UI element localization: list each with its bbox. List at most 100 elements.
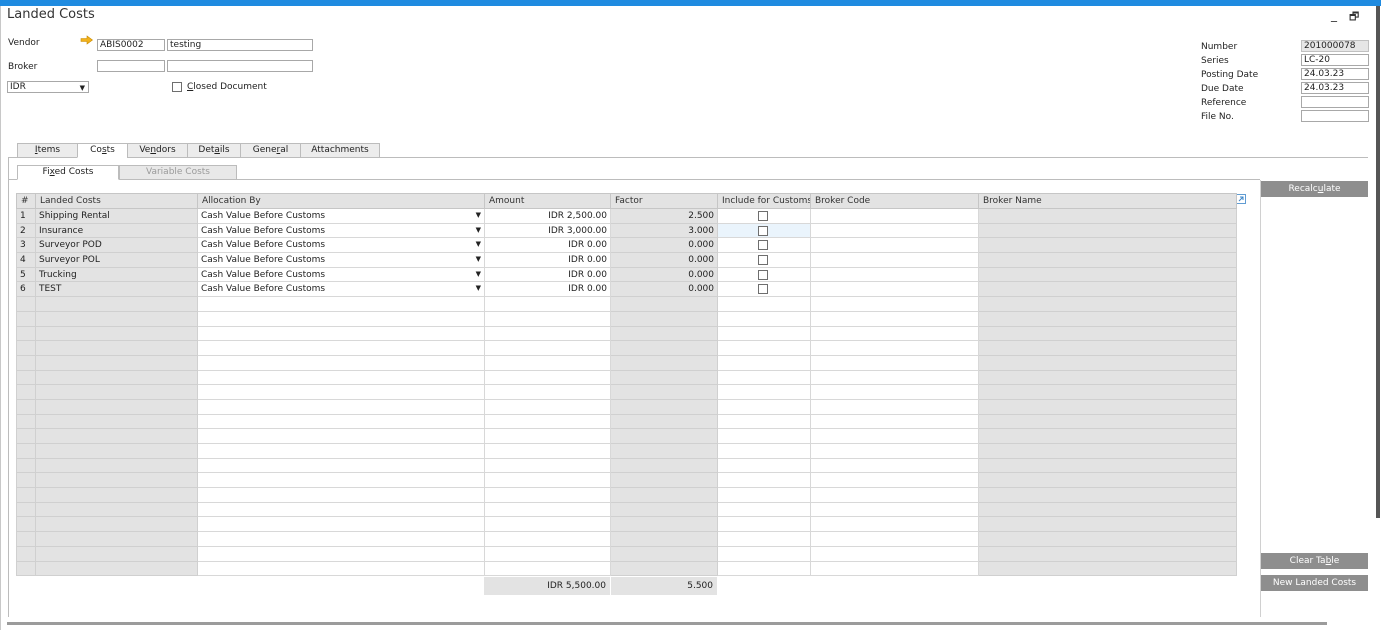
broker-code-cell[interactable] <box>810 501 979 518</box>
col-header-include-customs[interactable]: Include for Customs <box>717 193 811 209</box>
amount-cell[interactable] <box>484 457 611 474</box>
include-customs-checkbox[interactable] <box>758 240 768 251</box>
include-customs-cell[interactable] <box>717 487 811 503</box>
series-field[interactable]: LC-20 <box>1301 54 1369 66</box>
include-customs-cell[interactable] <box>717 501 811 518</box>
table-row-empty[interactable] <box>16 457 1237 474</box>
table-row-empty[interactable] <box>16 398 1237 415</box>
table-row-empty[interactable] <box>16 413 1237 430</box>
include-customs-cell[interactable] <box>717 428 811 444</box>
allocation-select[interactable] <box>197 560 485 577</box>
include-customs-cell[interactable] <box>717 310 811 327</box>
amount-cell[interactable]: IDR 3,000.00 <box>484 222 611 239</box>
broker-code-cell[interactable] <box>810 266 979 283</box>
amount-cell[interactable] <box>484 428 611 444</box>
vendor-code-input[interactable]: ABIS0002 <box>97 39 165 51</box>
broker-code-cell[interactable] <box>810 545 979 562</box>
include-customs-cell[interactable] <box>717 325 811 342</box>
horizontal-scrollbar[interactable] <box>7 622 1327 625</box>
include-customs-cell[interactable] <box>717 413 811 430</box>
table-row-empty[interactable] <box>16 428 1237 444</box>
include-customs-cell[interactable] <box>717 545 811 562</box>
table-row[interactable]: 2 Insurance Cash Value Before Customs ▼ I… <box>16 222 1237 239</box>
broker-code-cell[interactable] <box>810 457 979 474</box>
allocation-select[interactable]: Cash Value Before Customs ▼ <box>197 252 485 268</box>
posting-date-field[interactable]: 24.03.23 <box>1301 68 1369 80</box>
include-customs-cell[interactable] <box>717 384 811 400</box>
restore-icon[interactable]: 🗗 <box>1349 8 1359 27</box>
amount-cell[interactable] <box>484 516 611 533</box>
broker-code-cell[interactable] <box>810 428 979 444</box>
allocation-select[interactable]: Cash Value Before Customs ▼ <box>197 222 485 239</box>
broker-code-cell[interactable] <box>810 516 979 533</box>
table-row[interactable]: 4 Surveyor POL Cash Value Before Customs… <box>16 252 1237 268</box>
broker-code-cell[interactable] <box>810 208 979 224</box>
include-customs-cell[interactable] <box>717 354 811 371</box>
table-row-empty[interactable] <box>16 296 1237 312</box>
include-customs-cell[interactable] <box>717 369 811 386</box>
amount-cell[interactable] <box>484 472 611 489</box>
allocation-select[interactable] <box>197 354 485 371</box>
file-no-field[interactable] <box>1301 110 1369 122</box>
allocation-select[interactable] <box>197 516 485 533</box>
tab-items[interactable]: Items <box>17 143 77 158</box>
allocation-select[interactable] <box>197 384 485 400</box>
tab-costs[interactable]: Costs <box>77 143 127 158</box>
table-row-empty[interactable] <box>16 560 1237 577</box>
allocation-select[interactable] <box>197 413 485 430</box>
tab-variable-costs[interactable]: Variable Costs <box>119 165 237 180</box>
allocation-select[interactable]: Cash Value Before Customs ▼ <box>197 266 485 283</box>
broker-code-cell[interactable] <box>810 472 979 489</box>
include-customs-checkbox[interactable] <box>758 211 768 221</box>
clear-table-button[interactable]: Clear Table <box>1261 553 1368 569</box>
broker-name-input[interactable] <box>167 60 313 72</box>
allocation-select[interactable] <box>197 545 485 562</box>
broker-code-cell[interactable] <box>810 369 979 386</box>
allocation-select[interactable] <box>197 325 485 342</box>
table-row-empty[interactable] <box>16 545 1237 562</box>
table-row-empty[interactable] <box>16 443 1237 459</box>
allocation-select[interactable] <box>197 443 485 459</box>
amount-cell[interactable] <box>484 531 611 547</box>
amount-cell[interactable] <box>484 310 611 327</box>
broker-code-cell[interactable] <box>810 296 979 312</box>
include-customs-cell[interactable] <box>717 457 811 474</box>
new-landed-costs-button[interactable]: New Landed Costs <box>1261 575 1368 591</box>
allocation-select[interactable] <box>197 340 485 356</box>
amount-cell[interactable] <box>484 398 611 415</box>
include-customs-cell[interactable] <box>717 472 811 489</box>
recalculate-button[interactable]: Recalculate <box>1261 181 1368 197</box>
amount-cell[interactable] <box>484 325 611 342</box>
amount-cell[interactable]: IDR 0.00 <box>484 252 611 268</box>
col-header-broker-name[interactable]: Broker Name <box>978 193 1237 209</box>
tab-vendors[interactable]: Vendors <box>127 143 187 158</box>
table-row[interactable]: 6 TEST Cash Value Before Customs ▼ IDR 0.… <box>16 281 1237 298</box>
table-row[interactable]: 5 Trucking Cash Value Before Customs ▼ ID… <box>16 266 1237 283</box>
amount-cell[interactable]: IDR 0.00 <box>484 281 611 298</box>
table-row[interactable]: 3 Surveyor POD Cash Value Before Customs… <box>16 237 1237 254</box>
table-row-empty[interactable] <box>16 501 1237 518</box>
broker-code-cell[interactable] <box>810 398 979 415</box>
broker-code-cell[interactable] <box>810 340 979 356</box>
broker-code-cell[interactable] <box>810 354 979 371</box>
tab-general[interactable]: General <box>240 143 300 158</box>
broker-code-cell[interactable] <box>810 413 979 430</box>
include-customs-cell[interactable] <box>717 531 811 547</box>
include-customs-checkbox[interactable] <box>758 269 768 280</box>
broker-code-cell[interactable] <box>810 443 979 459</box>
amount-cell[interactable] <box>484 501 611 518</box>
allocation-select[interactable] <box>197 369 485 386</box>
allocation-select[interactable] <box>197 487 485 503</box>
amount-cell[interactable] <box>484 369 611 386</box>
col-header-factor[interactable]: Factor <box>610 193 718 209</box>
broker-code-cell[interactable] <box>810 310 979 327</box>
amount-cell[interactable] <box>484 340 611 356</box>
amount-cell[interactable]: IDR 0.00 <box>484 237 611 254</box>
allocation-select[interactable] <box>197 310 485 327</box>
amount-cell[interactable] <box>484 560 611 577</box>
col-header-amount[interactable]: Amount <box>484 193 611 209</box>
due-date-field[interactable]: 24.03.23 <box>1301 82 1369 94</box>
broker-code-cell[interactable] <box>810 237 979 254</box>
table-row-empty[interactable] <box>16 354 1237 371</box>
include-customs-cell[interactable] <box>717 560 811 577</box>
